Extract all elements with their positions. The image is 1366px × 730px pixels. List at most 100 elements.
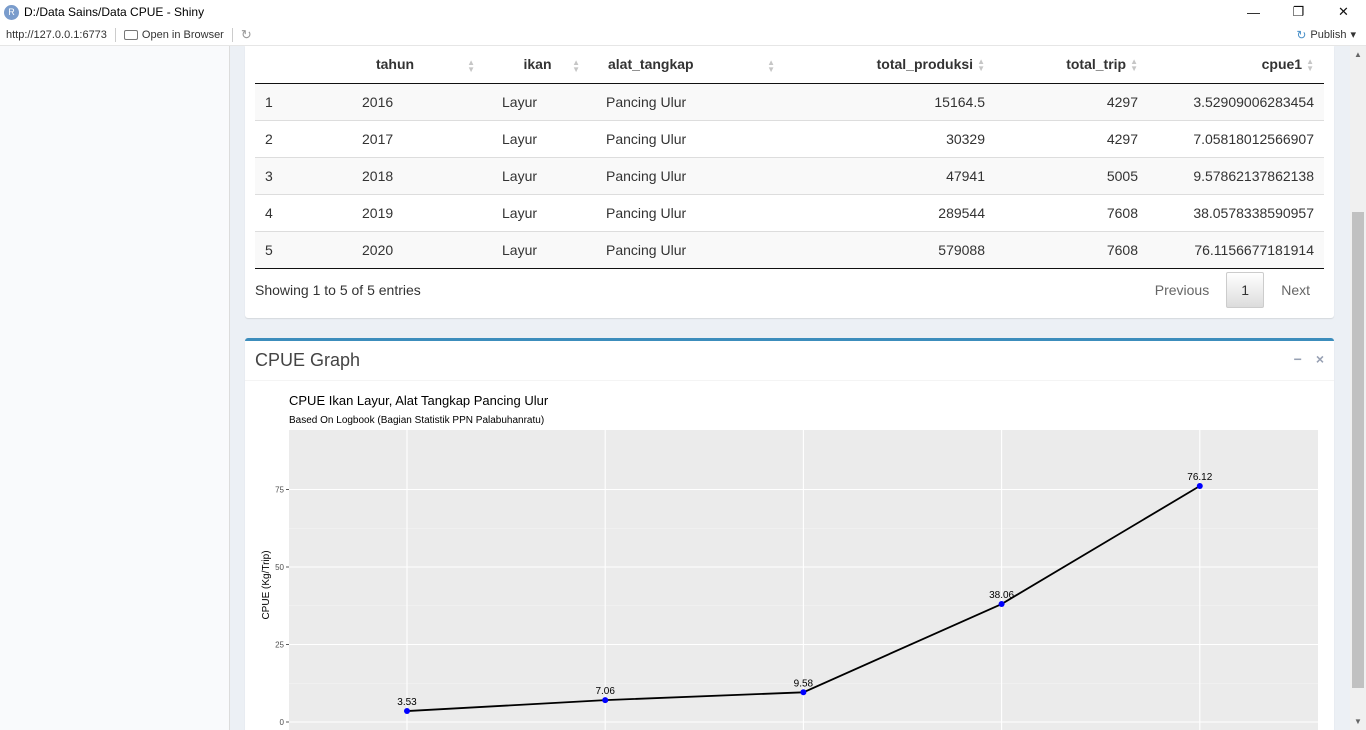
pagination: Previous 1 Next: [1138, 272, 1324, 308]
y-tick-label: 75: [275, 486, 284, 495]
header-label: ikan: [523, 56, 552, 73]
cell-total-produksi: 30329: [785, 119, 995, 157]
window-title: D:/Data Sains/Data CPUE - Shiny: [24, 5, 205, 19]
cell-index: 3: [255, 156, 305, 194]
page-1-button[interactable]: 1: [1226, 272, 1265, 308]
data-table-box: tahun ▲ ▼ ikan ▲ ▼ alat_tangkap ▲ ▼ total_prod…: [245, 46, 1334, 318]
cpue-chart: CPUE Ikan Layur, Alat Tangkap Pancing Ul…: [245, 385, 1334, 730]
cell-alat-tangkap: Pancing Ulur: [590, 156, 785, 194]
table-row[interactable]: 2 2017 Layur Pancing Ulur 30329 4297 7.0…: [255, 119, 1324, 157]
chart-svg: CPUE Ikan Layur, Alat Tangkap Pancing Ul…: [261, 393, 1318, 730]
divider: [114, 27, 116, 42]
y-tick-label: 50: [275, 563, 284, 572]
data-label: 76.12: [1187, 472, 1212, 483]
sort-icon: ▲ ▼: [977, 57, 985, 74]
y-axis-label: CPUE (Kg/Trip): [261, 550, 272, 619]
sort-icon: ▲ ▼: [1130, 57, 1138, 74]
browser-icon: [123, 29, 138, 40]
main-content: tahun ▲ ▼ ikan ▲ ▼ alat_tangkap ▲ ▼ total_prod…: [230, 46, 1350, 730]
cell-total-trip: 4297: [995, 119, 1148, 157]
data-label: 9.58: [794, 678, 814, 689]
data-point: [998, 601, 1005, 608]
cell-tahun: 2017: [305, 119, 485, 157]
chart-title: CPUE Ikan Layur, Alat Tangkap Pancing Ul…: [289, 393, 549, 408]
publish-button[interactable]: ↻ Publish ▾: [1296, 28, 1356, 42]
cell-index: 4: [255, 193, 305, 231]
column-header-total-trip[interactable]: total_trip ▲ ▼: [995, 46, 1148, 84]
table-row[interactable]: 3 2018 Layur Pancing Ulur 47941 5005 9.5…: [255, 156, 1324, 194]
cell-alat-tangkap: Pancing Ulur: [590, 119, 785, 157]
box-title: CPUE Graph: [255, 350, 361, 370]
url-text[interactable]: http://127.0.0.1:6773: [6, 29, 107, 41]
chart-subtitle: Based On Logbook (Bagian Statistik PPN P…: [289, 415, 544, 426]
refresh-icon[interactable]: ↻: [241, 27, 252, 43]
cell-total-trip: 5005: [995, 156, 1148, 194]
cell-index: 5: [255, 230, 305, 269]
minimize-button[interactable]: —: [1231, 0, 1276, 24]
data-label: 3.53: [397, 697, 417, 708]
data-point: [1196, 483, 1203, 490]
cell-tahun: 2018: [305, 156, 485, 194]
close-window-button[interactable]: ✕: [1321, 0, 1366, 24]
vertical-scrollbar[interactable]: ▲ ▼: [1350, 46, 1366, 730]
sort-icon: ▲ ▼: [767, 58, 775, 74]
sort-icon: ▲ ▼: [1306, 57, 1314, 74]
column-header-total-produksi[interactable]: total_produksi ▲ ▼: [785, 46, 995, 84]
y-tick-label: 25: [275, 641, 284, 650]
chevron-down-icon: ▾: [1350, 29, 1356, 41]
cell-total-trip: 4297: [995, 82, 1148, 120]
rstudio-icon: R: [4, 4, 19, 20]
column-header-alat-tangkap[interactable]: alat_tangkap ▲ ▼: [590, 46, 785, 84]
header-label: tahun: [375, 56, 415, 73]
data-point: [404, 708, 410, 715]
header-label: cpue1: [1261, 56, 1303, 73]
cell-alat-tangkap: Pancing Ulur: [590, 193, 785, 231]
cell-total-produksi: 47941: [785, 156, 995, 194]
open-in-browser-button[interactable]: Open in Browser: [123, 29, 224, 41]
scroll-down-icon[interactable]: ▼: [1354, 717, 1362, 726]
cell-ikan: Layur: [485, 119, 590, 157]
previous-page-button[interactable]: Previous: [1138, 282, 1226, 298]
next-page-button[interactable]: Next: [1264, 282, 1324, 298]
cell-ikan: Layur: [485, 156, 590, 194]
cell-total-trip: 7608: [995, 193, 1148, 231]
address-bar: http://127.0.0.1:6773 Open in Browser ↻ …: [0, 24, 1366, 46]
table-row[interactable]: 1 2016 Layur Pancing Ulur 15164.5 4297 3…: [255, 82, 1324, 120]
sort-icon: ▲ ▼: [467, 58, 475, 74]
scroll-up-icon[interactable]: ▲: [1354, 50, 1362, 59]
header-label: alat_tangkap: [608, 56, 694, 73]
close-icon[interactable]: ×: [1316, 351, 1324, 367]
table-header-row: tahun ▲ ▼ ikan ▲ ▼ alat_tangkap ▲ ▼ total_prod…: [255, 46, 1324, 84]
data-label: 38.06: [989, 590, 1014, 601]
collapse-icon[interactable]: −: [1294, 351, 1302, 367]
cell-cpue1: 76.1156677181914: [1148, 230, 1324, 269]
column-header-ikan[interactable]: ikan ▲ ▼: [485, 46, 590, 84]
cell-alat-tangkap: Pancing Ulur: [590, 82, 785, 120]
column-header-index[interactable]: [255, 46, 305, 84]
publish-icon: ↻: [1296, 27, 1307, 42]
column-header-tahun[interactable]: tahun ▲ ▼: [305, 46, 485, 84]
cell-total-trip: 7608: [995, 230, 1148, 269]
data-label: 7.06: [595, 686, 615, 697]
scroll-thumb[interactable]: [1352, 212, 1364, 688]
cell-tahun: 2019: [305, 193, 485, 231]
restore-button[interactable]: ❐: [1276, 0, 1321, 24]
cell-cpue1: 3.52909006283454: [1148, 82, 1324, 120]
header-label: total_trip: [1066, 56, 1127, 73]
column-header-cpue1[interactable]: cpue1 ▲ ▼: [1148, 46, 1324, 84]
sort-icon: ▲ ▼: [572, 58, 580, 74]
data-point: [602, 697, 609, 704]
box-tools: − ×: [1294, 351, 1324, 367]
publish-label: Publish: [1310, 28, 1347, 41]
cell-tahun: 2020: [305, 230, 485, 269]
header-label: total_produksi: [876, 56, 974, 73]
cell-ikan: Layur: [485, 82, 590, 120]
cell-total-produksi: 289544: [785, 193, 995, 231]
window-controls: — ❐ ✕: [1231, 0, 1366, 24]
sidebar: [0, 46, 230, 730]
table-info: Showing 1 to 5 of 5 entries: [255, 282, 421, 298]
cell-cpue1: 9.57862137862138: [1148, 156, 1324, 194]
table-row[interactable]: 5 2020 Layur Pancing Ulur 579088 7608 76…: [255, 230, 1324, 269]
table-row[interactable]: 4 2019 Layur Pancing Ulur 289544 7608 38…: [255, 193, 1324, 231]
cell-total-produksi: 15164.5: [785, 82, 995, 120]
